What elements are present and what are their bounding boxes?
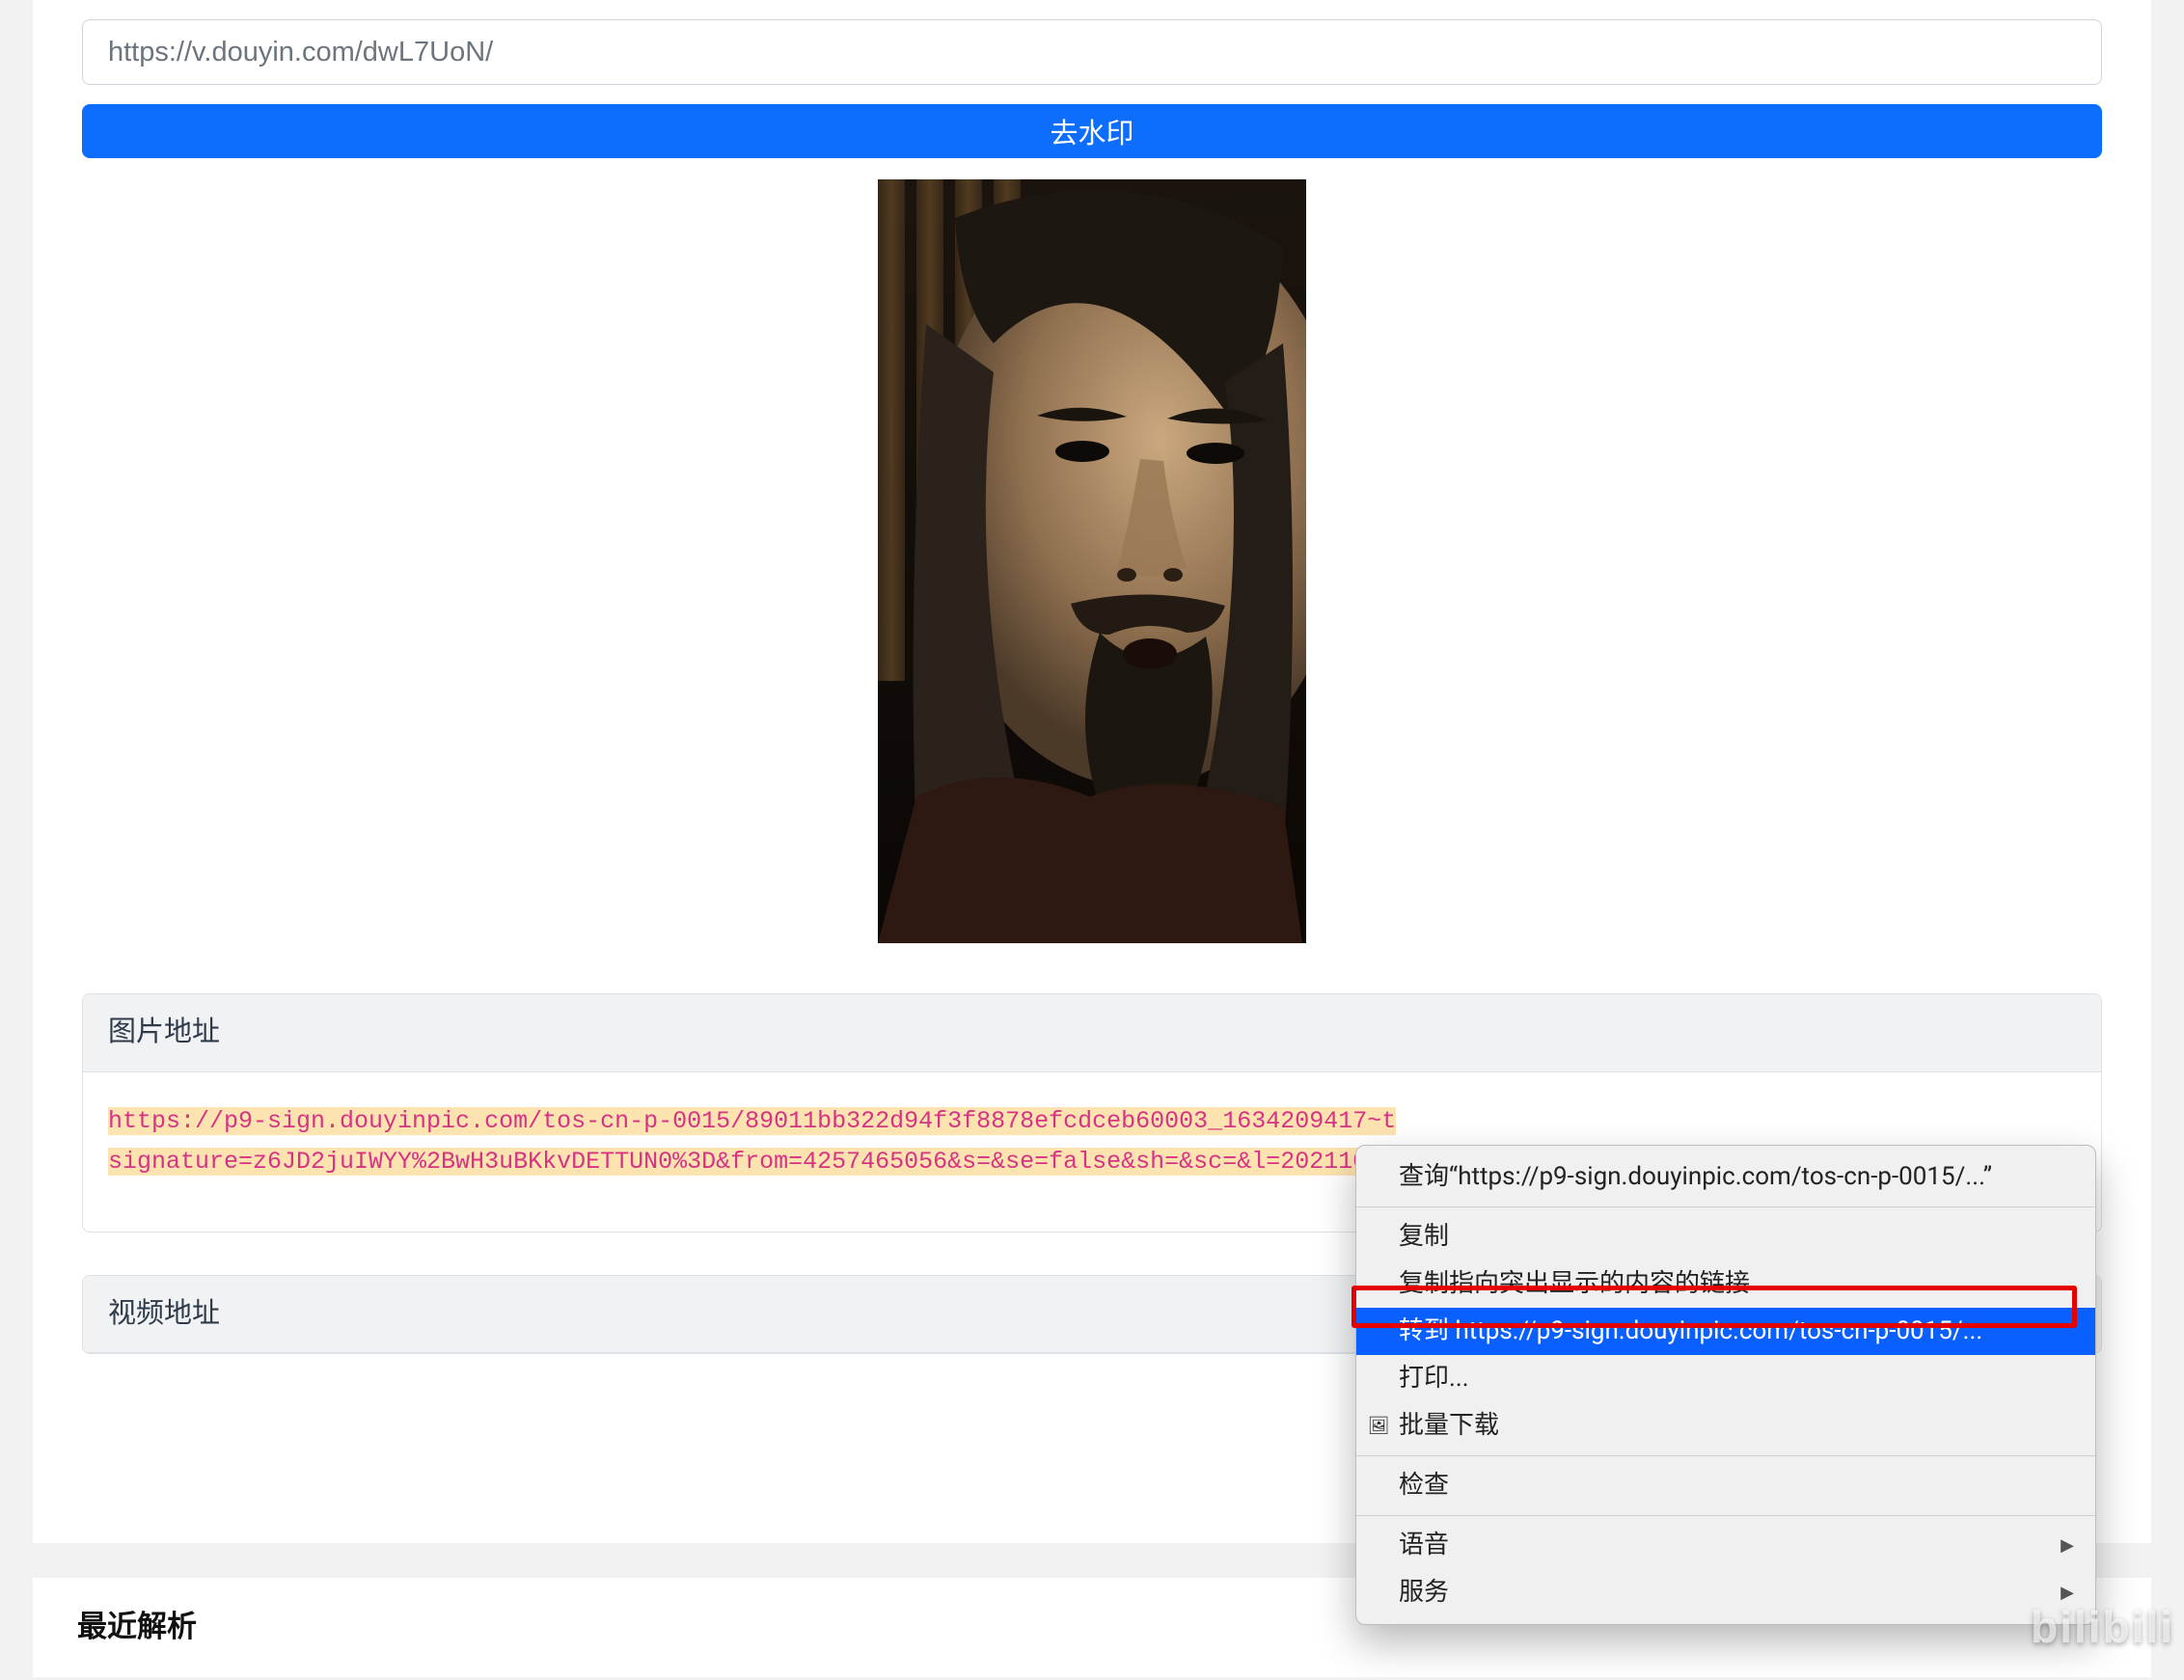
ctx-separator xyxy=(1356,1515,2095,1516)
thumbnail-container xyxy=(82,179,2102,943)
ctx-voice[interactable]: 语音 xyxy=(1356,1522,2095,1569)
ctx-query[interactable]: 查询“https://p9-sign.douyinpic.com/tos-cn-… xyxy=(1356,1153,2095,1201)
ctx-print[interactable]: 打印... xyxy=(1356,1355,2095,1402)
ctx-batch-download-label: 批量下载 xyxy=(1399,1407,1499,1445)
video-thumbnail[interactable] xyxy=(878,179,1306,943)
context-menu: 查询“https://p9-sign.douyinpic.com/tos-cn-… xyxy=(1355,1145,2096,1625)
url-input[interactable] xyxy=(82,19,2102,85)
image-icon: 🖼 xyxy=(1368,1418,1389,1435)
ctx-copy-link[interactable]: 复制指向突出显示的内容的链接 xyxy=(1356,1260,2095,1308)
ctx-inspect[interactable]: 检查 xyxy=(1356,1462,2095,1509)
ctx-copy[interactable]: 复制 xyxy=(1356,1213,2095,1260)
ctx-separator xyxy=(1356,1206,2095,1207)
watermark-text: bilibili xyxy=(2031,1594,2174,1661)
ctx-services[interactable]: 服务 xyxy=(1356,1569,2095,1616)
image-url-line1: https://p9-sign.douyinpic.com/tos-cn-p-0… xyxy=(108,1107,1396,1135)
image-url-line2: signature=z6JD2juIWYY%2BwH3uBKkvDETTUN0%… xyxy=(108,1148,1381,1176)
remove-watermark-button[interactable]: 去水印 xyxy=(82,104,2102,158)
ctx-batch-download[interactable]: 🖼 批量下载 xyxy=(1356,1402,2095,1450)
image-url-panel-title: 图片地址 xyxy=(83,994,2101,1072)
ctx-separator xyxy=(1356,1455,2095,1456)
ctx-goto[interactable]: 转到 https://p9-sign.douyinpic.com/tos-cn-… xyxy=(1356,1308,2095,1355)
